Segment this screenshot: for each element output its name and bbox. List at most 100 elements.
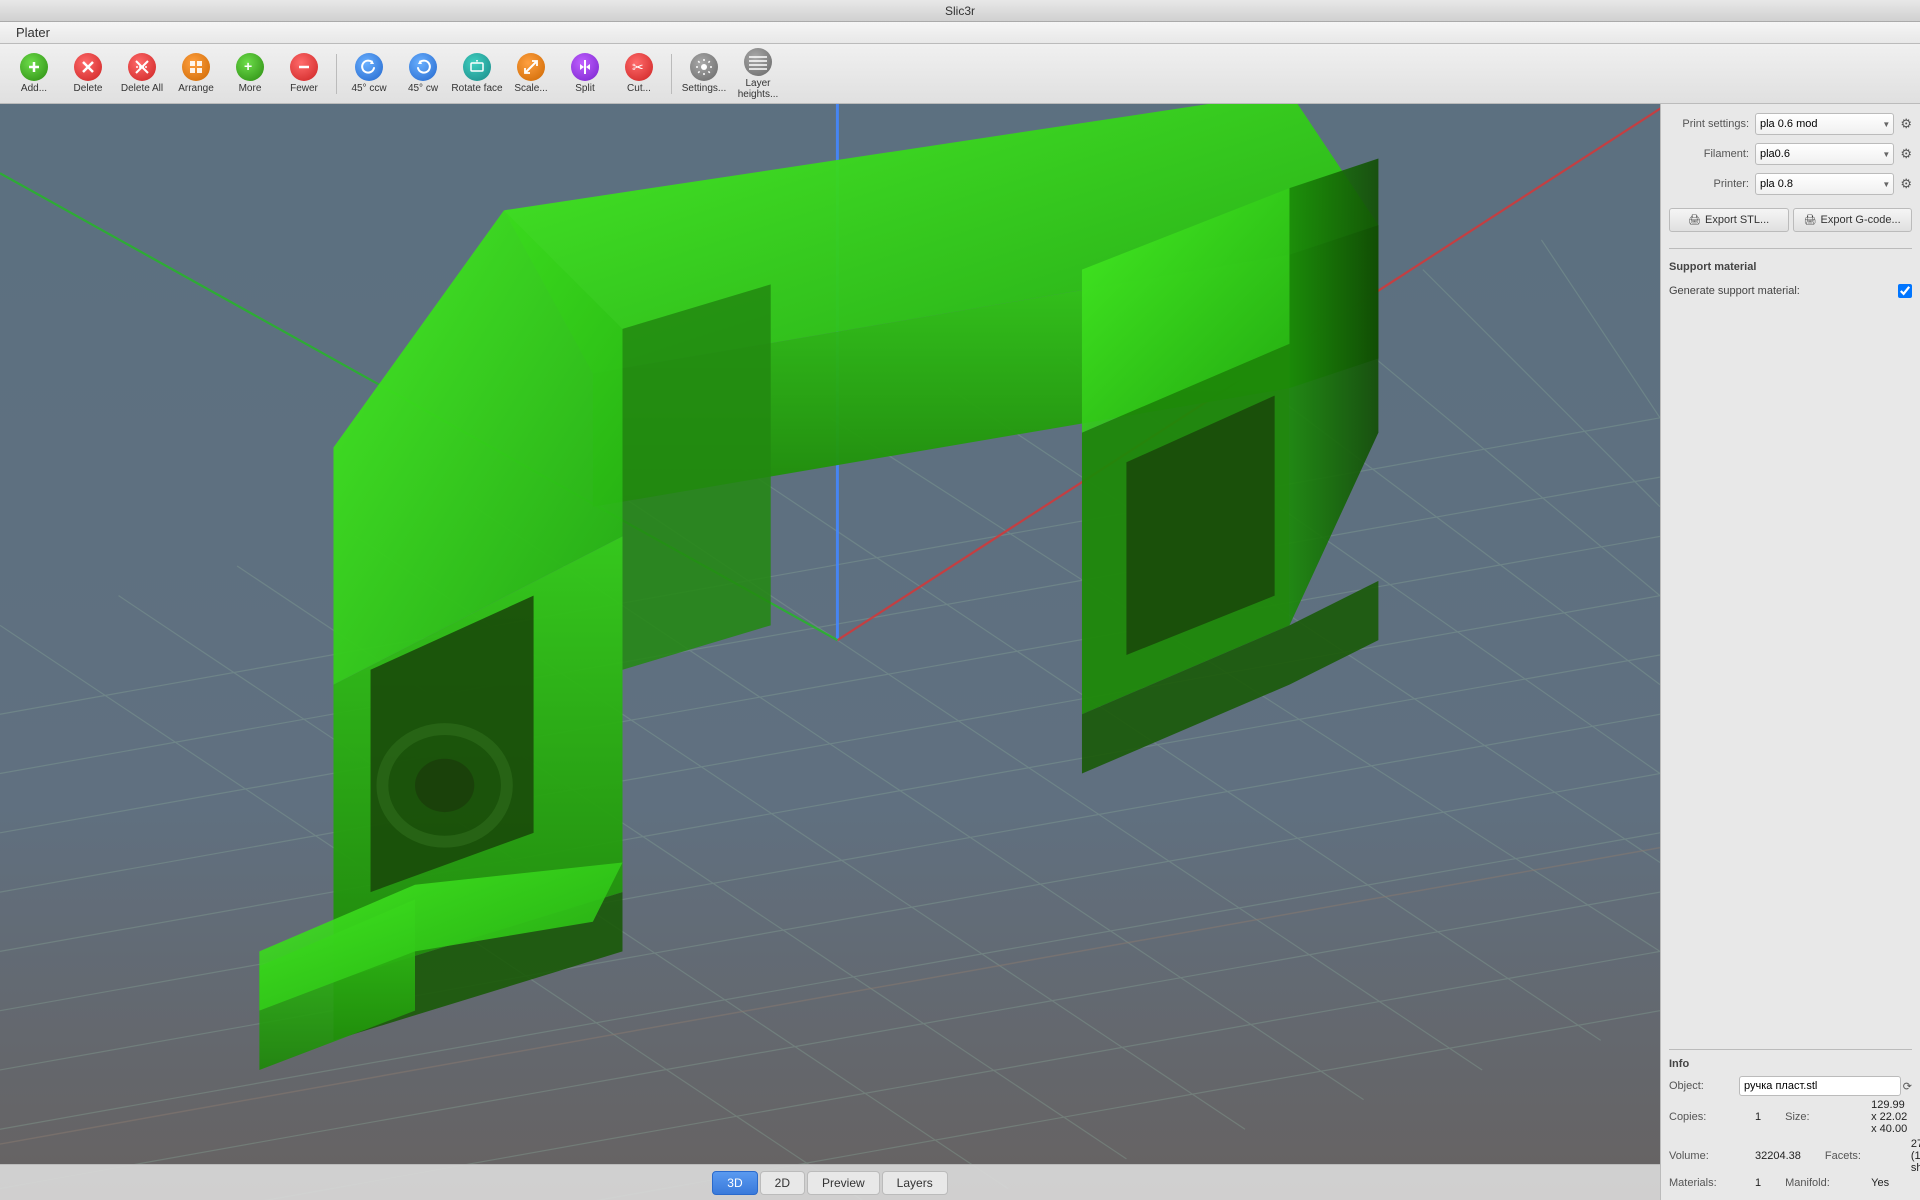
copies-key: Copies:: [1669, 1111, 1739, 1123]
print-settings-select-wrap: pla 0.6 mod ▼: [1755, 113, 1894, 135]
fewer-label: Fewer: [290, 83, 318, 94]
view-3d-button[interactable]: 3D: [712, 1171, 757, 1195]
print-settings-label: Print settings:: [1669, 118, 1749, 130]
export-stl-icon: 🖨: [1688, 215, 1701, 226]
view-layers-button[interactable]: Layers: [882, 1171, 948, 1195]
size-key: Size:: [1785, 1111, 1855, 1123]
rotate45cw-icon: [409, 53, 437, 81]
printer-select-wrap: pla 0.8 ▼: [1755, 173, 1894, 195]
object-row: Object: ⟳: [1669, 1076, 1912, 1096]
scale-icon: [517, 53, 545, 81]
settings-button[interactable]: Settings...: [678, 48, 730, 100]
fewer-button[interactable]: Fewer: [278, 48, 330, 100]
add-button[interactable]: Add...: [8, 48, 60, 100]
size-val: 129.99 x 22.02 x 40.00: [1871, 1099, 1912, 1135]
svg-text:+: +: [244, 58, 252, 74]
scale-label: Scale...: [514, 83, 547, 94]
print-settings-row: Print settings: pla 0.6 mod ▼ ⚙: [1669, 112, 1912, 136]
facets-val: 27902 (1 shells): [1911, 1138, 1920, 1174]
materials-key: Materials:: [1669, 1177, 1739, 1189]
printer-label: Printer:: [1669, 178, 1749, 190]
arrange-button[interactable]: Arrange: [170, 48, 222, 100]
layer-heights-button[interactable]: Layer heights...: [732, 48, 784, 100]
layer-heights-icon: [744, 48, 772, 76]
printer-gear-icon[interactable]: ⚙: [1900, 176, 1912, 192]
toolbar: Add... Delete Delete All Arrange + More …: [0, 44, 1920, 104]
rotateface-button[interactable]: Rotate face: [451, 48, 503, 100]
generate-support-checkbox[interactable]: [1898, 284, 1912, 298]
cut-button[interactable]: ✂ Cut...: [613, 48, 665, 100]
rotate45ccw-label: 45° ccw: [351, 83, 386, 94]
filament-gear-icon[interactable]: ⚙: [1900, 146, 1912, 162]
main-area: 3D 2D Preview Layers Print settings: pla…: [0, 104, 1920, 1200]
filament-select-wrap: pla0.6 ▼: [1755, 143, 1894, 165]
split-label: Split: [575, 83, 594, 94]
copies-size-row: Copies: 1 Size: 129.99 x 22.02 x 40.00: [1669, 1099, 1912, 1135]
delete-icon: [74, 53, 102, 81]
print-settings-gear-icon[interactable]: ⚙: [1900, 116, 1912, 132]
menu-plater[interactable]: Plater: [8, 23, 58, 42]
rotate45cw-button[interactable]: 45° cw: [397, 48, 449, 100]
viewport[interactable]: 3D 2D Preview Layers: [0, 104, 1660, 1200]
rotate45ccw-icon: [355, 53, 383, 81]
volume-val: 32204.38: [1755, 1150, 1801, 1162]
menu-bar: Plater: [0, 22, 1920, 44]
materials-val: 1: [1755, 1177, 1761, 1189]
printer-select[interactable]: pla 0.8: [1755, 173, 1894, 195]
filament-select[interactable]: pla0.6: [1755, 143, 1894, 165]
object-input[interactable]: [1739, 1076, 1901, 1096]
manifold-key: Manifold:: [1785, 1177, 1855, 1189]
info-section: Info Object: ⟳ Copies: 1 Size: 129.99 x …: [1669, 1049, 1912, 1192]
spacer: [1669, 309, 1912, 1043]
3d-scene: [0, 104, 1660, 1200]
export-gcode-button[interactable]: 🖨 Export G-code...: [1793, 208, 1913, 232]
right-panel: Print settings: pla 0.6 mod ▼ ⚙ Filament…: [1660, 104, 1920, 1200]
export-gcode-label: Export G-code...: [1821, 214, 1901, 226]
volume-key: Volume:: [1669, 1150, 1739, 1162]
print-settings-select[interactable]: pla 0.6 mod: [1755, 113, 1894, 135]
object-key: Object:: [1669, 1080, 1739, 1092]
rotate45cw-label: 45° cw: [408, 83, 438, 94]
materials-manifold-row: Materials: 1 Manifold: Yes: [1669, 1177, 1912, 1189]
split-button[interactable]: Split: [559, 48, 611, 100]
export-stl-label: Export STL...: [1705, 214, 1769, 226]
delete-label: Delete: [74, 83, 103, 94]
more-icon: +: [236, 53, 264, 81]
bottom-bar: 3D 2D Preview Layers: [0, 1164, 1660, 1200]
rotateface-label: Rotate face: [451, 83, 502, 94]
more-button[interactable]: + More: [224, 48, 276, 100]
delete-all-label: Delete All: [121, 83, 163, 94]
support-material-title: Support material: [1669, 261, 1912, 273]
title-bar: Slic3r: [0, 0, 1920, 22]
toolbar-separator-2: [671, 54, 672, 94]
rotate45ccw-button[interactable]: 45° ccw: [343, 48, 395, 100]
manifold-val: Yes: [1871, 1177, 1889, 1189]
cut-label: Cut...: [627, 83, 651, 94]
printer-row: Printer: pla 0.8 ▼ ⚙: [1669, 172, 1912, 196]
rotateface-icon: [463, 53, 491, 81]
filament-row: Filament: pla0.6 ▼ ⚙: [1669, 142, 1912, 166]
fewer-icon: [290, 53, 318, 81]
settings-icon: [690, 53, 718, 81]
scale-button[interactable]: Scale...: [505, 48, 557, 100]
copies-val: 1: [1755, 1111, 1761, 1123]
info-title: Info: [1669, 1058, 1912, 1070]
layer-heights-label: Layer heights...: [732, 78, 784, 100]
facets-key: Facets:: [1825, 1150, 1895, 1162]
delete-button[interactable]: Delete: [62, 48, 114, 100]
view-2d-button[interactable]: 2D: [760, 1171, 805, 1195]
arrange-label: Arrange: [178, 83, 214, 94]
arrange-icon: [182, 53, 210, 81]
object-input-wrap: ⟳: [1739, 1076, 1912, 1096]
export-stl-button[interactable]: 🖨 Export STL...: [1669, 208, 1789, 232]
export-gcode-icon: 🖨: [1804, 215, 1817, 226]
view-preview-button[interactable]: Preview: [807, 1171, 880, 1195]
object-edit-icon[interactable]: ⟳: [1903, 1080, 1912, 1093]
split-icon: [571, 53, 599, 81]
volume-facets-row: Volume: 32204.38 Facets: 27902 (1 shells…: [1669, 1138, 1912, 1174]
svg-text:✂: ✂: [632, 59, 644, 75]
delete-all-icon: [128, 53, 156, 81]
delete-all-button[interactable]: Delete All: [116, 48, 168, 100]
generate-support-row: Generate support material:: [1669, 279, 1912, 303]
filament-label: Filament:: [1669, 148, 1749, 160]
